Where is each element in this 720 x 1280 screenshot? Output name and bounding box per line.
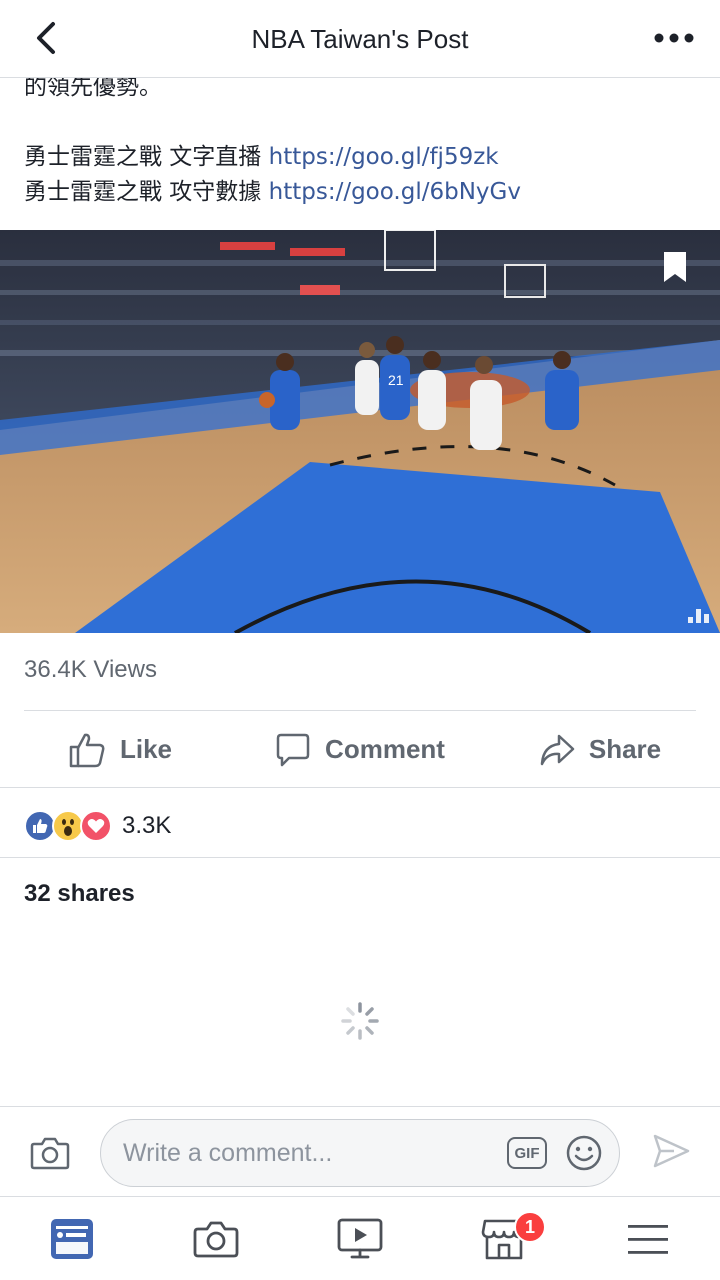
shares-count[interactable]: 32 shares (24, 880, 135, 908)
bottom-tab-bar: 1 (0, 1196, 720, 1280)
post-body: 的領先優勢。 勇士雷霆之戰 文字直播 https://goo.gl/fj59zk… (24, 70, 704, 210)
tab-marketplace[interactable]: 1 (432, 1197, 576, 1280)
share-arrow-icon (540, 734, 575, 765)
reactions-summary[interactable]: 3.3K (24, 806, 171, 846)
news-feed-icon (51, 1218, 93, 1259)
send-icon[interactable] (652, 1133, 690, 1169)
video-player[interactable]: 21 (0, 230, 720, 633)
like-label: Like (119, 734, 173, 764)
share-button[interactable]: Share (480, 712, 720, 787)
comment-label: Comment (325, 734, 445, 764)
stats-link[interactable]: https://goo.gl/6bNyGv (269, 179, 521, 205)
bookmark-icon[interactable] (662, 250, 688, 284)
like-button[interactable]: Like (0, 712, 240, 787)
reactions-count: 3.3K (122, 812, 172, 839)
notification-badge: 1 (514, 1211, 546, 1243)
tab-news-feed[interactable] (0, 1197, 144, 1280)
video-frame-basketball-court: 21 (0, 230, 720, 633)
comment-button[interactable]: Comment (240, 712, 480, 787)
comment-input[interactable] (123, 1120, 503, 1186)
post-line-1: 勇士雷霆之戰 文字直播 https://goo.gl/fj59zk (24, 140, 704, 175)
gif-button[interactable]: GIF (507, 1137, 547, 1169)
share-label: Share (588, 734, 662, 764)
post-line-2-text: 勇士雷霆之戰 攻守數據 (24, 179, 269, 205)
post-line-1-text: 勇士雷霆之戰 文字直播 (24, 144, 269, 170)
camera-icon[interactable] (30, 1135, 70, 1171)
view-count: 36.4K Views (24, 656, 157, 683)
loading-spinner-icon (341, 1002, 379, 1040)
comment-input-container: GIF (100, 1119, 620, 1187)
divider (24, 710, 696, 711)
page-title: NBA Taiwan's Post (251, 24, 469, 54)
comment-composer: GIF (0, 1106, 720, 1196)
divider (0, 787, 720, 788)
camera-icon (193, 1221, 239, 1257)
emoji-icon[interactable] (565, 1134, 603, 1172)
live-text-link[interactable]: https://goo.gl/fj59zk (269, 144, 499, 170)
tab-watch[interactable] (288, 1197, 432, 1280)
more-options-button[interactable] (652, 26, 696, 50)
post-actions: Like Comment Share (0, 712, 720, 787)
ellipsis-icon (654, 33, 694, 43)
hamburger-menu-icon (628, 1224, 668, 1254)
watch-video-icon (337, 1218, 383, 1258)
post-line-2: 勇士雷霆之戰 攻守數據 https://goo.gl/6bNyGv (24, 175, 704, 210)
tab-menu[interactable] (576, 1197, 720, 1280)
thumbs-up-icon (69, 733, 105, 767)
divider (0, 857, 720, 858)
top-nav-bar: NBA Taiwan's Post (0, 0, 720, 78)
tab-camera[interactable] (144, 1197, 288, 1280)
love-reaction-icon (80, 810, 112, 842)
comment-bubble-icon (276, 733, 310, 766)
svg-text:21: 21 (388, 372, 404, 388)
video-insights-icon (688, 609, 709, 623)
